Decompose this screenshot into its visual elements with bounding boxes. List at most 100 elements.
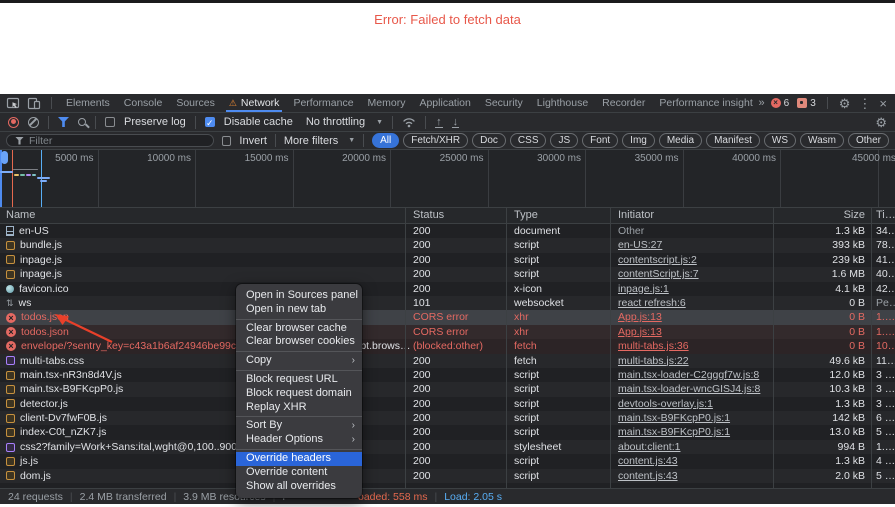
menu-item-replay-xhr[interactable]: Replay XHR xyxy=(236,401,362,415)
tab-network[interactable]: ⚠ Network xyxy=(222,94,287,112)
table-row[interactable]: main.tsx-B9FKcpP0.js 200 script main.tsx-lo… xyxy=(0,382,895,397)
table-row[interactable]: multi-tabs.css 200 fetch multi-tabs.js:22 49… xyxy=(0,353,895,368)
table-row[interactable]: × envelope/?sentry_key=c43a1b6af24946be99… xyxy=(0,339,895,354)
tab-security[interactable]: Security xyxy=(478,94,530,112)
initiator-link[interactable]: about:client:1 xyxy=(618,441,680,453)
search-icon[interactable] xyxy=(78,118,86,126)
table-row[interactable]: dom.js 200 script content.js:43 2.0 kB 5 … xyxy=(0,468,895,484)
menu-item-override-content[interactable]: Override content xyxy=(236,466,362,480)
menu-item-show-all-overrides[interactable]: Show all overrides xyxy=(236,480,362,494)
initiator-link[interactable]: App.js:13 xyxy=(618,326,662,338)
chip-doc[interactable]: Doc xyxy=(472,133,506,148)
device-toolbar-icon[interactable] xyxy=(27,97,41,110)
more-panels-chevron[interactable]: » xyxy=(753,97,771,109)
import-har-icon[interactable]: ↑ xyxy=(435,116,443,128)
menu-item-open-in-new-tab[interactable]: Open in new tab xyxy=(236,303,362,317)
column-header-size[interactable]: Size xyxy=(773,208,871,223)
filter-toggle-icon[interactable] xyxy=(58,117,69,127)
tab-lighthouse[interactable]: Lighthouse xyxy=(530,94,595,112)
throttling-select[interactable]: No throttling xyxy=(306,116,365,128)
table-row[interactable]: ⇅ ws 101 websocket react refresh:6 0 B Pe… xyxy=(0,295,895,311)
initiator-link[interactable]: devtools-overlay.js:1 xyxy=(618,398,713,410)
table-row[interactable]: bundle.js 200 script en-US:27 393 kB 78… xyxy=(0,238,895,253)
chip-other[interactable]: Other xyxy=(847,133,889,148)
table-row[interactable]: main.tsx-nR3n8d4V.js 200 script main.tsx-lo… xyxy=(0,367,895,383)
chip-ws[interactable]: WS xyxy=(763,133,796,148)
menu-item-header-options[interactable]: Header Options › xyxy=(236,433,362,447)
table-row[interactable]: client-Dv7fwF0B.js 200 script main.tsx-B9FK… xyxy=(0,411,895,426)
table-row[interactable]: inpage.js 200 script contentScript.js:7 1.6 … xyxy=(0,267,895,282)
initiator-link[interactable]: content.js:43 xyxy=(618,470,678,482)
menu-item-block-request-url[interactable]: Block request URL xyxy=(236,373,362,387)
menu-item-clear-browser-cache[interactable]: Clear browser cache xyxy=(236,322,362,336)
tab-performance-insights[interactable]: Performance insights xyxy=(652,94,752,112)
table-row[interactable]: css2?family=Work+Sans:ital,wght@0,100..9… xyxy=(0,439,895,455)
tab-sources[interactable]: Sources xyxy=(169,94,222,112)
initiator-link[interactable]: inpage.js:1 xyxy=(618,283,669,295)
kebab-menu-icon[interactable]: ⋮ xyxy=(858,97,871,110)
table-row[interactable]: × todos.json CORS error xhr App.js:13 0 B 1.… xyxy=(0,310,895,325)
tab-application[interactable]: Application xyxy=(412,94,477,112)
network-settings-gear-icon[interactable]: ⚙ xyxy=(875,116,887,129)
overview-drag-handle[interactable] xyxy=(1,151,8,164)
initiator-link[interactable]: en-US:27 xyxy=(618,239,662,251)
column-header-time[interactable]: Ti… xyxy=(871,208,895,223)
column-header-status[interactable]: Status xyxy=(405,208,506,223)
filter-input[interactable] xyxy=(29,134,206,147)
menu-item-sort-by[interactable]: Sort By › xyxy=(236,419,362,433)
initiator-link[interactable]: multi-tabs.js:36 xyxy=(618,340,689,352)
chip-wasm[interactable]: Wasm xyxy=(800,133,844,148)
disable-cache-checkbox[interactable]: ✓ xyxy=(204,117,215,128)
table-row[interactable]: en-US 200 document Other 1.3 kB 34… xyxy=(0,224,895,239)
table-row[interactable]: inpage.js 200 script contentscript.js:2 239 … xyxy=(0,252,895,268)
menu-item-copy[interactable]: Copy › xyxy=(236,354,362,368)
table-row[interactable]: detector.js 200 script devtools-overlay.js:… xyxy=(0,396,895,412)
console-errors-badge[interactable]: × 6 xyxy=(770,98,789,109)
preserve-log-checkbox[interactable] xyxy=(105,117,115,127)
inspect-element-icon[interactable] xyxy=(6,96,20,110)
initiator-link[interactable]: main.tsx-loader-wncGISJ4.js:8 xyxy=(618,383,760,395)
more-filters-dropdown[interactable]: More filters xyxy=(284,135,338,147)
initiator-link[interactable]: content.js:43 xyxy=(618,455,678,467)
record-network-log-icon[interactable] xyxy=(8,116,19,128)
initiator-link[interactable]: multi-tabs.js:22 xyxy=(618,355,689,367)
network-conditions-icon[interactable] xyxy=(402,116,416,128)
tab-recorder[interactable]: Recorder xyxy=(595,94,652,112)
initiator-link[interactable]: main.tsx-B9FKcpP0.js:1 xyxy=(618,426,730,438)
tab-elements[interactable]: Elements xyxy=(59,94,117,112)
menu-item-open-in-sources-panel[interactable]: Open in Sources panel xyxy=(236,289,362,303)
menu-item-clear-browser-cookies[interactable]: Clear browser cookies xyxy=(236,335,362,349)
tab-console[interactable]: Console xyxy=(117,94,170,112)
export-har-icon[interactable]: ↓ xyxy=(451,116,460,128)
close-devtools-icon[interactable]: × xyxy=(879,97,887,110)
tab-performance[interactable]: Performance xyxy=(286,94,360,112)
clear-network-log-icon[interactable] xyxy=(28,116,39,128)
menu-item-override-headers[interactable]: Override headers xyxy=(236,451,362,466)
table-row[interactable]: js.js 200 script content.js:43 1.3 kB 4 … xyxy=(0,454,895,469)
table-row[interactable]: index-C0t_nZK7.js 200 script main.tsx-B9FKc… xyxy=(0,425,895,440)
chip-img[interactable]: Img xyxy=(622,133,655,148)
chip-css[interactable]: CSS xyxy=(509,133,547,148)
tab-memory[interactable]: Memory xyxy=(361,94,413,112)
initiator-link[interactable]: App.js:13 xyxy=(618,311,662,323)
invert-checkbox[interactable] xyxy=(222,135,232,146)
initiator-link[interactable]: contentScript.js:7 xyxy=(618,268,699,280)
initiator-link[interactable]: contentscript.js:2 xyxy=(618,254,697,266)
initiator-link[interactable]: main.tsx-loader-C2gggf7w.js:8 xyxy=(618,369,759,381)
chip-js[interactable]: JS xyxy=(550,133,579,148)
column-header-type[interactable]: Type xyxy=(506,208,610,223)
network-overview-timeline[interactable]: 5000 ms 10000 ms 15000 ms 20000 ms 25000 ms 3… xyxy=(0,150,895,208)
initiator-link[interactable]: react refresh:6 xyxy=(618,297,686,309)
chip-manifest[interactable]: Manifest xyxy=(706,133,760,148)
chip-all[interactable]: All xyxy=(372,133,400,148)
initiator-link[interactable]: main.tsx-B9FKcpP0.js:1 xyxy=(618,412,730,424)
settings-gear-icon[interactable]: ⚙ xyxy=(839,97,851,110)
table-row[interactable]: × todos.json CORS error xhr App.js:13 0 B 1.… xyxy=(0,324,895,340)
chip-media[interactable]: Media xyxy=(658,133,703,148)
chip-font[interactable]: Font xyxy=(582,133,619,148)
column-header-name[interactable]: Name xyxy=(0,208,405,223)
menu-item-block-request-domain[interactable]: Block request domain xyxy=(236,387,362,401)
table-row[interactable]: favicon.ico 200 x-icon inpage.js:1 4.1 kB 42… xyxy=(0,281,895,296)
column-header-initiator[interactable]: Initiator xyxy=(610,208,773,223)
chip-fetch-xhr[interactable]: Fetch/XHR xyxy=(403,133,469,148)
